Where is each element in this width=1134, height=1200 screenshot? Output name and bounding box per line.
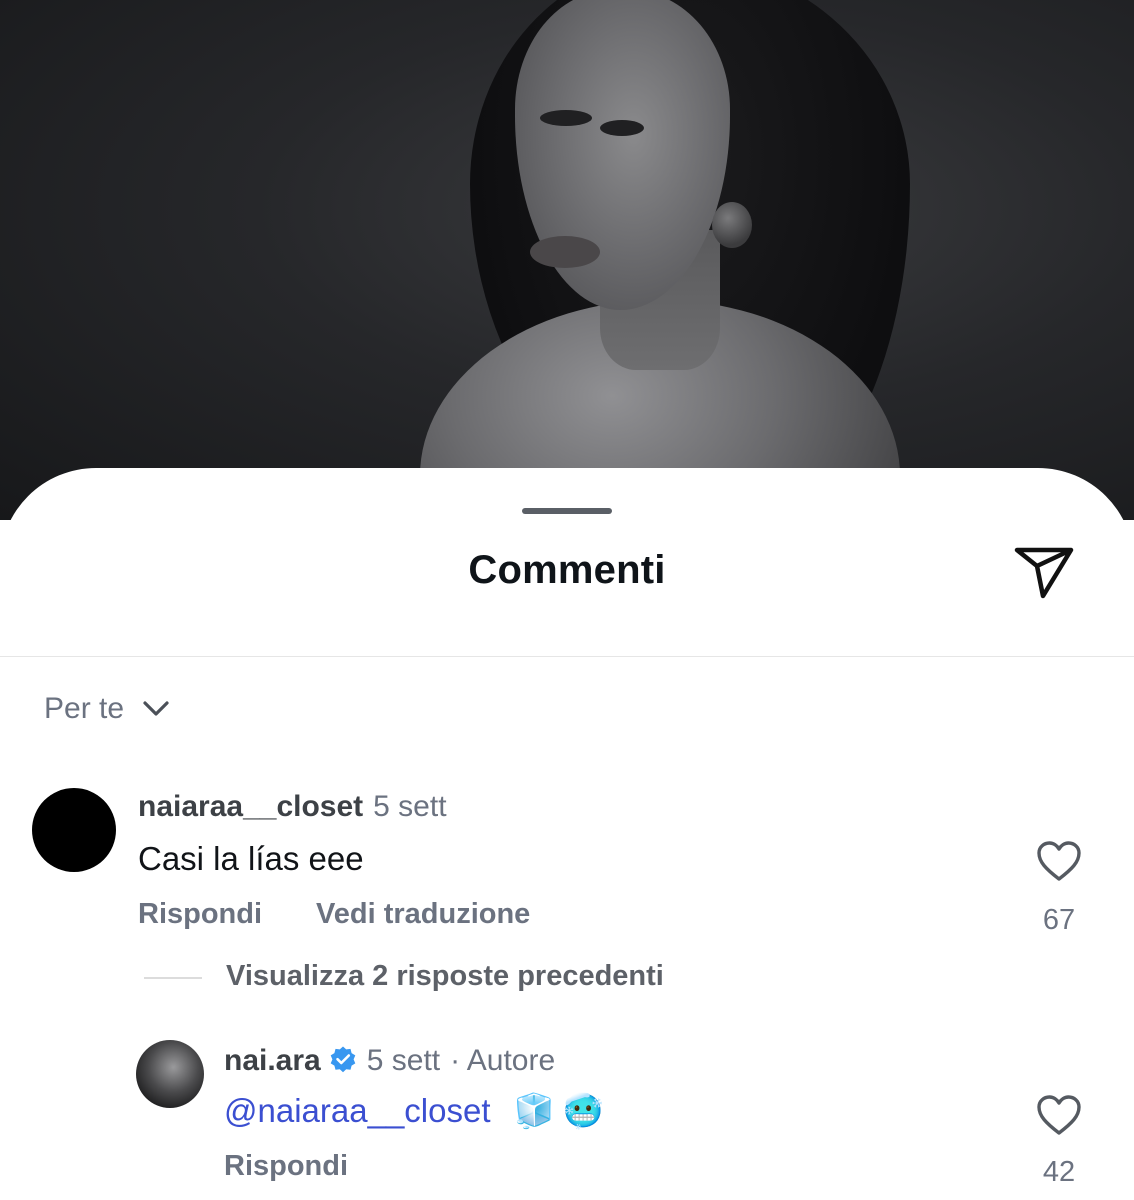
like-button[interactable]: [1034, 1094, 1084, 1141]
author-label: · Autore: [450, 1044, 556, 1077]
comments-sheet: Commenti Per te naiaraa__closet 5 sett Ca…: [0, 468, 1134, 1200]
comment-item: naiaraa__closet 5 sett Casi la lías eee R…: [0, 786, 1134, 946]
reply-button[interactable]: Rispondi: [224, 1150, 348, 1183]
photo-eye: [540, 110, 592, 126]
post-image: [0, 0, 1134, 520]
comment-time: 5 sett: [373, 790, 447, 823]
header-divider: [0, 656, 1134, 657]
comment-text: Casi la lías eee: [138, 840, 364, 877]
comment-username[interactable]: naiaraa__closet: [138, 790, 363, 823]
avatar[interactable]: [32, 788, 116, 872]
mention-link[interactable]: @naiaraa__closet: [224, 1092, 491, 1129]
paper-plane-icon: [1014, 547, 1074, 599]
like-count: 42: [1042, 1156, 1076, 1188]
sort-dropdown[interactable]: Per te: [44, 692, 170, 726]
view-replies-button[interactable]: Visualizza 2 risposte precedenti: [226, 960, 664, 993]
chevron-down-icon: [143, 701, 169, 716]
share-button[interactable]: [1010, 542, 1078, 602]
heart-outline-icon: [1037, 1095, 1081, 1135]
sheet-grabber[interactable]: [522, 508, 612, 514]
reply-item: nai.ara 5 sett · Autore @naiaraa__closet …: [0, 1040, 1134, 1200]
see-translation-button[interactable]: Vedi traduzione: [316, 898, 530, 931]
reply-username[interactable]: nai.ara: [224, 1044, 321, 1077]
like-button[interactable]: [1034, 840, 1084, 887]
avatar[interactable]: [136, 1040, 204, 1108]
heart-outline-icon: [1037, 841, 1081, 881]
sort-label: Per te: [44, 692, 125, 725]
replies-divider: [144, 977, 202, 979]
reply-emojis: 🧊🥶: [513, 1092, 612, 1129]
photo-earring: [712, 202, 752, 248]
reply-button[interactable]: Rispondi: [138, 898, 262, 931]
like-count: 67: [1042, 904, 1076, 936]
verified-badge-icon: [330, 1046, 356, 1073]
photo-lips: [530, 236, 600, 268]
reply-time: 5 sett: [366, 1044, 441, 1077]
sheet-title: Commenti: [468, 548, 666, 592]
photo-eye: [600, 120, 644, 136]
